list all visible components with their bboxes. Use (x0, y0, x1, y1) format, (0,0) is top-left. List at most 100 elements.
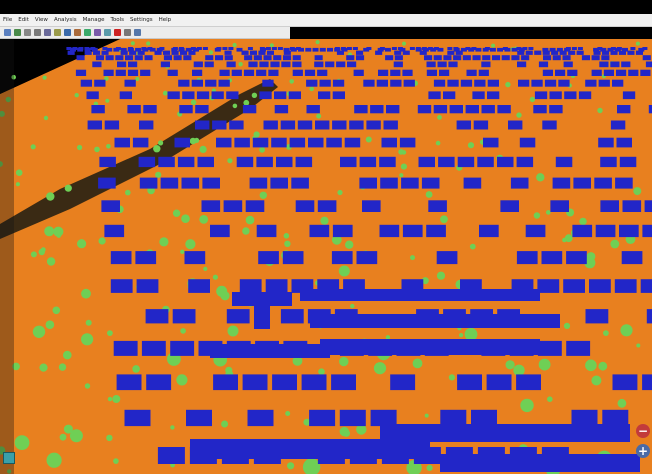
tree-point (46, 452, 62, 468)
tree-point (14, 435, 30, 450)
menu-manage[interactable]: Manage (80, 14, 108, 26)
building (124, 409, 151, 427)
pan-icon[interactable] (33, 29, 41, 36)
building (276, 156, 293, 168)
select-icon[interactable] (23, 29, 31, 36)
building (178, 79, 190, 87)
building (336, 50, 344, 55)
open-icon[interactable] (3, 29, 11, 36)
navigation-cube-icon[interactable] (3, 452, 15, 464)
tree-point (402, 41, 406, 46)
menu-file[interactable]: File (0, 14, 15, 26)
view-side-icon[interactable] (103, 29, 111, 36)
menu-tools[interactable]: Tools (107, 14, 127, 26)
tree-point (597, 107, 603, 114)
building (242, 374, 268, 391)
building (409, 47, 415, 50)
building (447, 50, 455, 55)
building (172, 309, 196, 324)
tree-point (199, 145, 207, 153)
building (129, 50, 137, 55)
building (477, 156, 494, 168)
building (163, 50, 171, 55)
menu-analysis[interactable]: Analysis (51, 14, 80, 26)
zoom-in-button[interactable]: + (636, 444, 650, 458)
tree-point (199, 215, 209, 224)
building (256, 156, 273, 168)
tree-point (373, 362, 387, 375)
building (93, 50, 101, 55)
building (292, 69, 303, 76)
save-icon[interactable] (13, 29, 21, 36)
tree-point (516, 112, 522, 118)
tree-point (180, 249, 185, 254)
building (531, 79, 543, 87)
building (87, 120, 102, 130)
point-cloud-scene[interactable] (0, 39, 652, 474)
building (291, 177, 309, 189)
tree-point (469, 243, 476, 250)
building (253, 55, 262, 61)
view-top-icon[interactable] (93, 29, 101, 36)
building (95, 55, 104, 61)
zoom-out-button[interactable]: − (636, 424, 650, 438)
building (424, 55, 433, 61)
tree-point (225, 366, 233, 374)
filter-icon[interactable] (73, 29, 81, 36)
building (421, 177, 440, 189)
tree-point (180, 328, 186, 334)
building (443, 55, 452, 61)
measure-icon[interactable] (53, 29, 61, 36)
building (325, 61, 335, 68)
building (289, 137, 306, 148)
building (218, 79, 230, 87)
building (354, 105, 368, 114)
tree-point (520, 398, 534, 413)
tree-point (130, 41, 135, 46)
tree-point (345, 240, 354, 249)
building (143, 105, 157, 114)
tree-point (212, 274, 218, 280)
menu-view[interactable]: View (32, 14, 51, 26)
building (448, 61, 458, 68)
building (380, 177, 398, 189)
building (478, 69, 489, 76)
3d-viewport[interactable] (0, 39, 652, 474)
building (352, 47, 358, 50)
tree-point (106, 144, 111, 149)
building (533, 105, 547, 114)
building (622, 200, 642, 212)
record-icon[interactable] (113, 29, 121, 36)
building (482, 55, 491, 61)
building (258, 251, 279, 265)
menu-settings[interactable]: Settings (127, 14, 156, 26)
classify-icon[interactable] (83, 29, 91, 36)
building (644, 200, 652, 212)
building (542, 120, 557, 130)
building (572, 224, 593, 238)
building (379, 156, 396, 168)
building (268, 69, 279, 76)
rotate-icon[interactable] (43, 29, 51, 36)
settings-icon[interactable] (123, 29, 131, 36)
building (124, 79, 136, 87)
tree-point (385, 335, 391, 340)
building (471, 409, 497, 427)
building (249, 50, 257, 55)
layer-icon[interactable] (63, 29, 71, 36)
building (457, 374, 482, 391)
building (640, 69, 651, 76)
menu-help[interactable]: Help (156, 14, 175, 26)
help-icon[interactable] (133, 29, 141, 36)
title-bar (0, 0, 652, 14)
building (385, 55, 394, 61)
building (555, 156, 573, 168)
tree-point (318, 368, 325, 376)
tree-point (425, 191, 433, 198)
building (295, 200, 315, 212)
building (598, 137, 614, 148)
menu-edit[interactable]: Edit (15, 14, 32, 26)
building (394, 50, 402, 55)
building (635, 50, 643, 55)
building (86, 91, 99, 100)
